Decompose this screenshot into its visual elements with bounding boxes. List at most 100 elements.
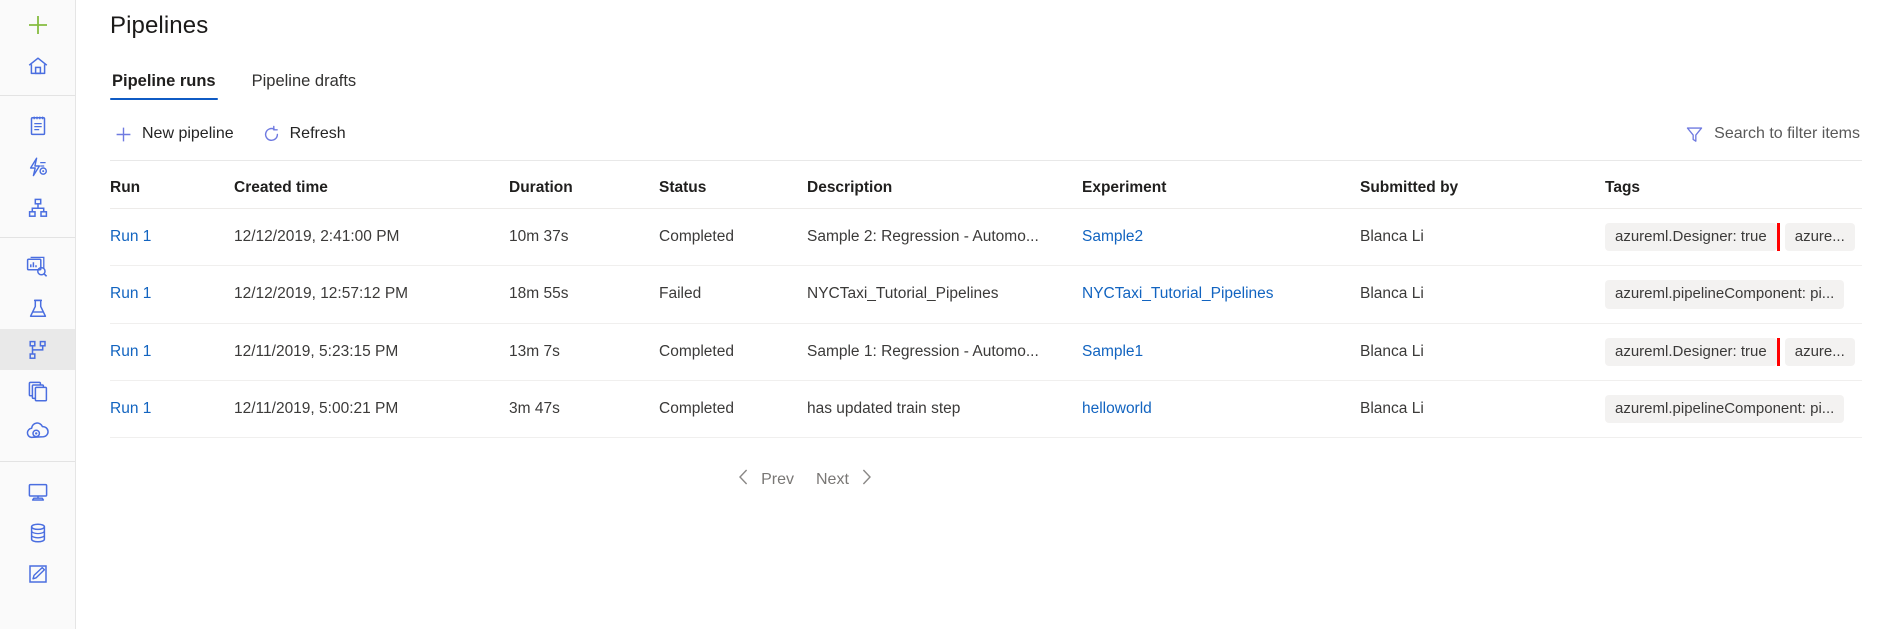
database-icon bbox=[26, 521, 50, 545]
experiment-link[interactable]: helloworld bbox=[1082, 400, 1152, 417]
cell-duration: 10m 37s bbox=[509, 209, 659, 266]
refresh-label: Refresh bbox=[290, 126, 346, 142]
column-header-submitted-by[interactable]: Submitted by bbox=[1360, 161, 1605, 209]
rail-item-experiments[interactable] bbox=[0, 288, 75, 329]
table-row[interactable]: Run 112/11/2019, 5:23:15 PM13m 7sComplet… bbox=[110, 323, 1862, 380]
tag-highlight-box: azureml.Designer: true bbox=[1605, 338, 1777, 366]
cell-created-time: 12/11/2019, 5:00:21 PM bbox=[234, 380, 509, 437]
column-header-tags[interactable]: Tags bbox=[1605, 161, 1862, 209]
tag-pill[interactable]: azureml.Designer: true bbox=[1605, 223, 1777, 251]
refresh-button[interactable]: Refresh bbox=[258, 120, 354, 149]
cell-description: has updated train step bbox=[807, 380, 1082, 437]
rail-item-data-labeling[interactable] bbox=[0, 553, 75, 594]
table-row[interactable]: Run 1 12/12/2019, 2:41:00 PM10m 37sComple… bbox=[110, 209, 1862, 266]
cell-run: Run 1 bbox=[110, 380, 234, 437]
cell-created-time: 12/12/2019, 2:41:00 PM bbox=[234, 209, 509, 266]
table-header: Run Created time Duration Status Descrip… bbox=[110, 161, 1862, 209]
search-filter-input[interactable]: Search to filter items bbox=[1681, 121, 1864, 148]
column-header-duration[interactable]: Duration bbox=[509, 161, 659, 209]
tag-pill[interactable]: azureml.pipelineComponent: pi... bbox=[1605, 395, 1844, 423]
tag-wrapper: azureml.pipelineComponent: pi... bbox=[1605, 280, 1844, 308]
search-filter-placeholder: Search to filter items bbox=[1714, 126, 1860, 142]
rail-item-models[interactable] bbox=[0, 370, 75, 411]
table-header-row: Run Created time Duration Status Descrip… bbox=[110, 161, 1862, 209]
table-row[interactable]: Run 112/11/2019, 5:00:21 PM3m 47sComplet… bbox=[110, 380, 1862, 437]
page-title: Pipelines bbox=[76, 0, 1900, 40]
experiment-link[interactable]: NYCTaxi_Tutorial_Pipelines bbox=[1082, 285, 1274, 302]
rail-item-datasets[interactable] bbox=[0, 247, 75, 288]
experiment-link[interactable]: Sample1 bbox=[1082, 343, 1143, 360]
next-label: Next bbox=[816, 471, 849, 489]
pagination: Prev Next bbox=[0, 464, 1864, 495]
new-pipeline-button[interactable]: New pipeline bbox=[110, 120, 242, 149]
prev-label: Prev bbox=[761, 471, 794, 489]
tag-pill[interactable]: azureml.Designer: true bbox=[1605, 338, 1777, 366]
chevron-right-icon bbox=[860, 468, 873, 491]
run-link[interactable]: Run 1 bbox=[110, 343, 151, 360]
cell-submitted-by: Blanca Li bbox=[1360, 323, 1605, 380]
rail-item-pipelines[interactable] bbox=[0, 329, 75, 370]
cell-tags: azureml.pipelineComponent: pi... bbox=[1605, 266, 1862, 323]
notebook-icon bbox=[26, 114, 50, 138]
column-header-description[interactable]: Description bbox=[807, 161, 1082, 209]
main-content: Pipelines Pipeline runs Pipeline drafts … bbox=[76, 0, 1900, 629]
cell-run: Run 1 bbox=[110, 323, 234, 380]
cell-duration: 3m 47s bbox=[509, 380, 659, 437]
filter-icon bbox=[1685, 125, 1704, 144]
tab-bar: Pipeline runs Pipeline drafts bbox=[76, 66, 1900, 100]
chevron-left-icon bbox=[737, 468, 750, 491]
cell-submitted-by: Blanca Li bbox=[1360, 380, 1605, 437]
cell-experiment: Sample1 bbox=[1082, 323, 1360, 380]
tag-wrapper: azure... bbox=[1785, 338, 1855, 366]
cell-status: Completed bbox=[659, 209, 807, 266]
cell-experiment: NYCTaxi_Tutorial_Pipelines bbox=[1082, 266, 1360, 323]
flask-icon bbox=[26, 297, 50, 321]
cell-submitted-by: Blanca Li bbox=[1360, 266, 1605, 323]
tag-highlight-box: azureml.Designer: true bbox=[1605, 223, 1777, 251]
rail-item-home[interactable] bbox=[0, 45, 75, 86]
rail-item-new[interactable] bbox=[0, 4, 75, 45]
experiment-link[interactable]: Sample2 bbox=[1082, 228, 1143, 245]
rail-item-datastores[interactable] bbox=[0, 512, 75, 553]
column-header-status[interactable]: Status bbox=[659, 161, 807, 209]
automated-ml-icon bbox=[26, 155, 50, 179]
rail-divider bbox=[0, 95, 75, 96]
column-header-experiment[interactable]: Experiment bbox=[1082, 161, 1360, 209]
plus-icon bbox=[25, 12, 51, 38]
column-header-created-time[interactable]: Created time bbox=[234, 161, 509, 209]
rail-item-notebooks[interactable] bbox=[0, 105, 75, 146]
run-link[interactable]: Run 1 bbox=[110, 400, 151, 417]
tag-pill[interactable]: azure... bbox=[1785, 338, 1855, 366]
rail-item-endpoints[interactable] bbox=[0, 411, 75, 452]
tags-list: azureml.Designer: true azure... bbox=[1605, 338, 1862, 366]
pipelines-icon bbox=[26, 338, 50, 362]
rail-item-automated-ml[interactable] bbox=[0, 146, 75, 187]
cell-experiment: helloworld bbox=[1082, 380, 1360, 437]
tag-pill[interactable]: azure... bbox=[1785, 223, 1855, 251]
prev-page-button[interactable]: Prev bbox=[729, 464, 802, 495]
next-page-button[interactable]: Next bbox=[808, 464, 881, 495]
cell-created-time: 12/12/2019, 12:57:12 PM bbox=[234, 266, 509, 323]
tag-wrapper: azure... bbox=[1785, 223, 1855, 251]
refresh-icon bbox=[262, 125, 281, 144]
column-header-run[interactable]: Run bbox=[110, 161, 234, 209]
tag-pill[interactable]: azureml.pipelineComponent: pi... bbox=[1605, 280, 1844, 308]
table-body: Run 1 12/12/2019, 2:41:00 PM10m 37sComple… bbox=[110, 209, 1862, 438]
rail-divider bbox=[0, 237, 75, 238]
rail-group-assets bbox=[0, 247, 75, 452]
run-link[interactable]: Run 1 bbox=[110, 285, 151, 302]
run-link[interactable]: Run 1 bbox=[110, 228, 151, 245]
cell-description: NYCTaxi_Tutorial_Pipelines bbox=[807, 266, 1082, 323]
datasets-icon bbox=[25, 255, 50, 280]
tab-pipeline-runs[interactable]: Pipeline runs bbox=[110, 72, 218, 100]
runs-table-container: Run Created time Duration Status Descrip… bbox=[76, 160, 1900, 495]
cell-description: Sample 2: Regression - Automo... bbox=[807, 209, 1082, 266]
table-row[interactable]: Run 1 12/12/2019, 12:57:12 PM18m 55sFaile… bbox=[110, 266, 1862, 323]
command-bar: New pipeline Refresh bbox=[76, 112, 1900, 156]
tab-pipeline-drafts[interactable]: Pipeline drafts bbox=[250, 72, 359, 100]
cell-status: Failed bbox=[659, 266, 807, 323]
tag-wrapper: azureml.pipelineComponent: pi... bbox=[1605, 395, 1844, 423]
cell-duration: 18m 55s bbox=[509, 266, 659, 323]
cell-duration: 13m 7s bbox=[509, 323, 659, 380]
rail-item-designer[interactable] bbox=[0, 187, 75, 228]
